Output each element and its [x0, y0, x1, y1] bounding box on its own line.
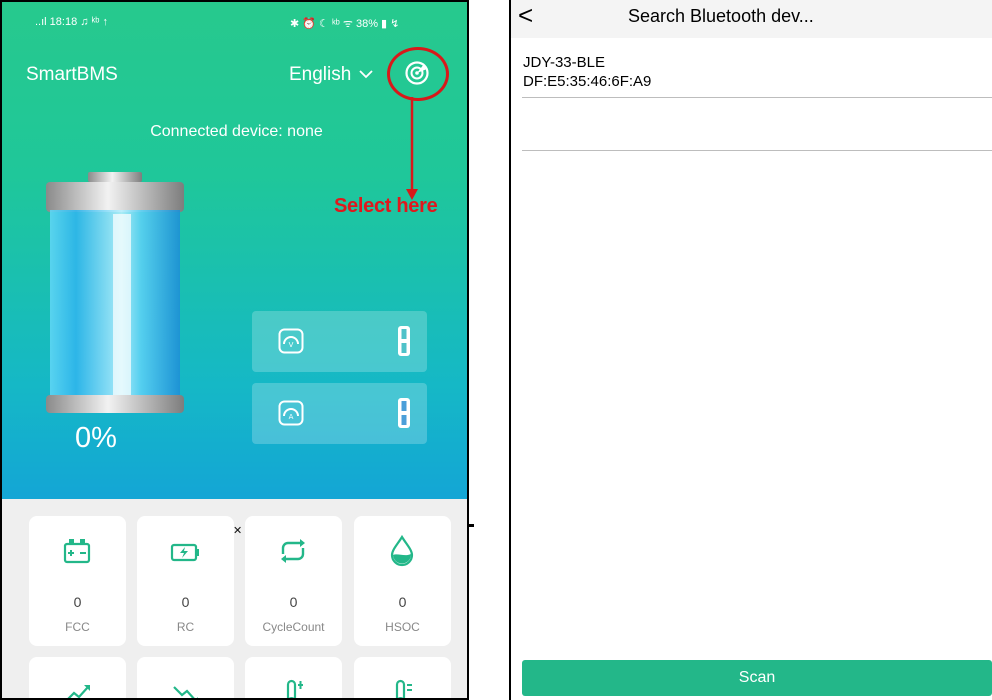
page-title: Search Bluetooth dev...	[628, 6, 814, 26]
bluetooth-search-screen: < Search Bluetooth dev... JDY-33-BLE DF:…	[509, 0, 992, 700]
stat-card-partial[interactable]	[354, 657, 451, 698]
stat-value: 0	[289, 594, 298, 610]
voltage-value	[398, 326, 410, 356]
list-divider	[522, 150, 992, 151]
thermometer-high-icon	[286, 679, 303, 698]
stat-card-partial[interactable]	[137, 657, 234, 698]
stat-card-partial[interactable]	[29, 657, 126, 698]
scan-button[interactable]: Scan	[522, 660, 992, 696]
stat-label: FCC	[65, 620, 90, 634]
stat-value: 0	[73, 594, 82, 610]
stat-value: 0	[181, 594, 190, 610]
connected-device-text: Connected device: none	[150, 123, 323, 140]
device-name: JDY-33-BLE	[523, 54, 605, 71]
stat-card-cyclecount[interactable]: 0 CycleCount	[245, 516, 342, 646]
current-value	[398, 398, 410, 428]
chevron-down-icon[interactable]	[358, 63, 374, 88]
status-bar-left: ..ıl 18:18 ♫ ᵏᵇ ↑	[35, 16, 108, 28]
device-mac-address: DF:E5:35:46:6F:A9	[523, 73, 652, 90]
battery-percent: 0%	[75, 422, 117, 454]
voltmeter-icon: V	[278, 328, 304, 354]
svg-text:A: A	[289, 413, 294, 421]
list-divider	[522, 97, 992, 98]
stat-label: HSOC	[385, 620, 420, 634]
status-bar-right: ✱ ⏰ ☾ ᵏᵇ ᯤ 38% ▮ ↯	[290, 18, 400, 30]
highlight-circle	[387, 47, 449, 101]
water-drop-icon	[390, 534, 414, 567]
app-title: SmartBMS	[26, 64, 118, 85]
select-here-annotation: Select here	[334, 195, 438, 217]
close-icon[interactable]: ✕	[233, 524, 242, 537]
divider-mark	[468, 524, 474, 527]
stat-card-rc[interactable]: 0 RC	[137, 516, 234, 646]
stat-value: 0	[398, 594, 407, 610]
thermometer-low-icon	[395, 679, 412, 698]
svg-text:V: V	[289, 341, 294, 349]
language-selector[interactable]: English	[289, 64, 351, 86]
stat-card-fcc[interactable]: 0 FCC	[29, 516, 126, 646]
chart-down-icon	[173, 686, 198, 698]
battery-charging-icon	[170, 543, 199, 562]
smartbms-screen: ..ıl 18:18 ♫ ᵏᵇ ↑ ✱ ⏰ ☾ ᵏᵇ ᯤ 38% ▮ ↯ Sma…	[0, 0, 469, 700]
cycle-arrows-icon	[281, 539, 305, 563]
battery-plus-minus-icon	[63, 539, 91, 564]
stat-label: RC	[176, 620, 195, 634]
stat-card-hsoc[interactable]: 0 HSOC	[354, 516, 451, 646]
stat-label: CycleCount	[262, 620, 325, 634]
chart-up-icon	[67, 685, 90, 698]
stat-card-partial[interactable]	[245, 657, 342, 698]
back-button[interactable]: <	[518, 0, 533, 30]
ammeter-icon: A	[278, 400, 304, 426]
battery-gauge	[46, 172, 184, 413]
voltage-panel: V	[252, 311, 427, 372]
annotation-arrow	[406, 97, 418, 200]
current-panel: A	[252, 383, 427, 444]
header-bar: < Search Bluetooth dev...	[511, 0, 992, 38]
